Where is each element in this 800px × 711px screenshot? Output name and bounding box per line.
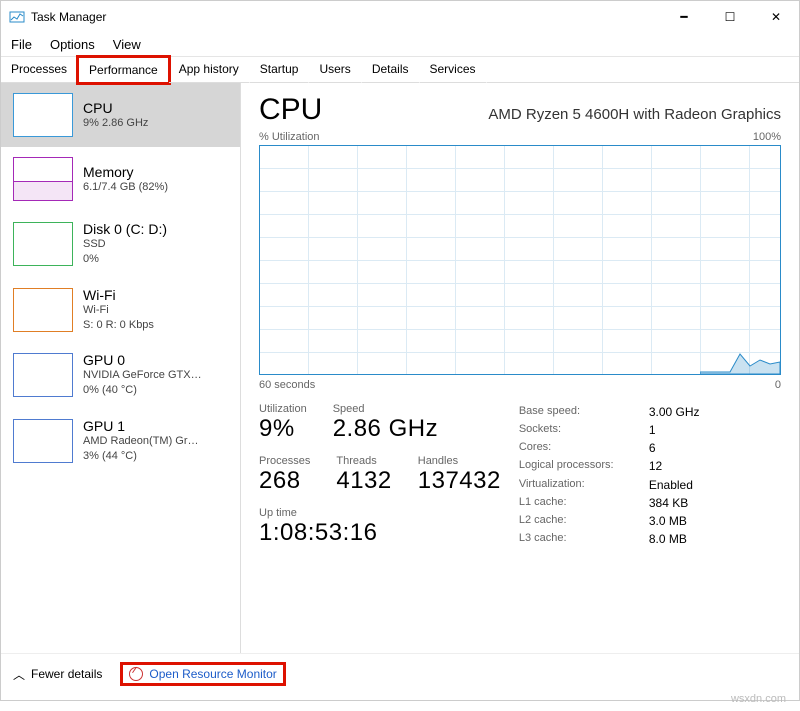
value-threads: 4132 [336,467,391,495]
k-l2: L2 cache: [519,514,649,529]
value-utilization: 9% [259,415,307,443]
sidebar-disk-sub1: SSD [83,237,167,252]
sidebar-gpu0-name: GPU 0 [83,352,202,368]
menu-file[interactable]: File [11,37,32,52]
label-utilization: Utilization [259,403,307,415]
v-virt: Enabled [649,478,729,493]
axis-bot-right: 0 [775,379,781,391]
v-cores: 6 [649,441,729,456]
menu-view[interactable]: View [113,37,141,52]
footer-bar: ︿ Fewer details Open Resource Monitor ws… [1,653,799,700]
gpu0-thumb-icon [13,353,73,397]
sidebar-wifi-sub2: S: 0 R: 0 Kbps [83,318,154,333]
cpu-model: AMD Ryzen 5 4600H with Radeon Graphics [488,106,781,123]
cpu-thumb-icon [13,93,73,137]
resource-monitor-icon [129,667,143,681]
maximize-button[interactable]: ☐ [707,1,753,33]
menu-options[interactable]: Options [50,37,95,52]
tab-details[interactable]: Details [362,57,420,83]
watermark: wsxdn.com [731,693,786,705]
sidebar-gpu1-name: GPU 1 [83,418,199,434]
main-panel: CPU AMD Ryzen 5 4600H with Radeon Graphi… [241,83,799,653]
v-l1: 384 KB [649,496,729,511]
label-handles: Handles [418,455,501,467]
page-title: CPU [259,93,322,127]
k-sockets: Sockets: [519,423,649,438]
open-resource-monitor-label: Open Resource Monitor [149,667,276,681]
k-l3: L3 cache: [519,532,649,547]
label-uptime: Up time [259,507,501,519]
axis-bot-left: 60 seconds [259,379,315,391]
disk-thumb-icon [13,222,73,266]
chevron-up-icon: ︿ [13,666,25,683]
tab-app-history[interactable]: App history [169,57,250,83]
sidebar-mem-name: Memory [83,164,168,180]
tab-services[interactable]: Services [420,57,487,83]
v-l3: 8.0 MB [649,532,729,547]
label-processes: Processes [259,455,310,467]
menu-bar: File Options View [1,33,799,56]
window-title: Task Manager [31,10,661,24]
sidebar-gpu1-sub1: AMD Radeon(TM) Gr… [83,434,199,449]
wifi-thumb-icon [13,288,73,332]
tab-strip: Processes Performance App history Startu… [1,56,799,83]
sidebar-item-memory[interactable]: Memory 6.1/7.4 GB (82%) [1,147,240,211]
minimize-button[interactable]: ━ [661,1,707,33]
fewer-details-button[interactable]: ︿ Fewer details [13,666,102,683]
value-uptime: 1:08:53:16 [259,519,501,547]
gpu1-thumb-icon [13,419,73,463]
v-l2: 3.0 MB [649,514,729,529]
fewer-details-label: Fewer details [31,667,102,681]
tab-users[interactable]: Users [309,57,361,83]
cpu-utilization-chart[interactable] [259,145,781,375]
sidebar-wifi-name: Wi-Fi [83,287,154,303]
tab-startup[interactable]: Startup [250,57,310,83]
k-cores: Cores: [519,441,649,456]
value-handles: 137432 [418,467,501,495]
value-processes: 268 [259,467,310,495]
sidebar-disk-name: Disk 0 (C: D:) [83,221,167,237]
v-base-speed: 3.00 GHz [649,405,729,420]
sidebar-item-cpu[interactable]: CPU 9% 2.86 GHz [1,83,240,147]
window-titlebar: Task Manager ━ ☐ ✕ [1,1,799,33]
sidebar-item-gpu1[interactable]: GPU 1 AMD Radeon(TM) Gr… 3% (44 °C) [1,408,240,474]
sidebar-mem-sub: 6.1/7.4 GB (82%) [83,180,168,195]
k-lp: Logical processors: [519,459,649,474]
tab-performance[interactable]: Performance [78,57,169,83]
axis-top-left: % Utilization [259,131,320,143]
axis-top-right: 100% [753,131,781,143]
sidebar-gpu0-sub2: 0% (40 °C) [83,383,202,398]
sidebar-gpu0-sub1: NVIDIA GeForce GTX… [83,368,202,383]
sidebar-item-disk[interactable]: Disk 0 (C: D:) SSD 0% [1,211,240,277]
sidebar-cpu-name: CPU [83,100,148,116]
tab-processes[interactable]: Processes [1,57,78,83]
cpu-properties: Base speed:3.00 GHz Sockets:1 Cores:6 Lo… [519,405,729,547]
open-resource-monitor-link[interactable]: Open Resource Monitor [129,667,276,681]
k-l1: L1 cache: [519,496,649,511]
sidebar-disk-sub2: 0% [83,252,167,267]
app-icon [9,9,25,25]
k-virt: Virtualization: [519,478,649,493]
memory-thumb-icon [13,157,73,201]
sidebar-gpu1-sub2: 3% (44 °C) [83,449,199,464]
value-speed: 2.86 GHz [333,415,438,443]
v-lp: 12 [649,459,729,474]
sidebar-item-wifi[interactable]: Wi-Fi Wi-Fi S: 0 R: 0 Kbps [1,277,240,343]
v-sockets: 1 [649,423,729,438]
sidebar-item-gpu0[interactable]: GPU 0 NVIDIA GeForce GTX… 0% (40 °C) [1,342,240,408]
cpu-sparkline-icon [700,334,780,374]
sidebar-wifi-sub1: Wi-Fi [83,303,154,318]
sidebar-cpu-sub: 9% 2.86 GHz [83,116,148,131]
close-button[interactable]: ✕ [753,1,799,33]
k-base-speed: Base speed: [519,405,649,420]
label-speed: Speed [333,403,438,415]
label-threads: Threads [336,455,391,467]
performance-sidebar: CPU 9% 2.86 GHz Memory 6.1/7.4 GB (82%) … [1,83,241,653]
